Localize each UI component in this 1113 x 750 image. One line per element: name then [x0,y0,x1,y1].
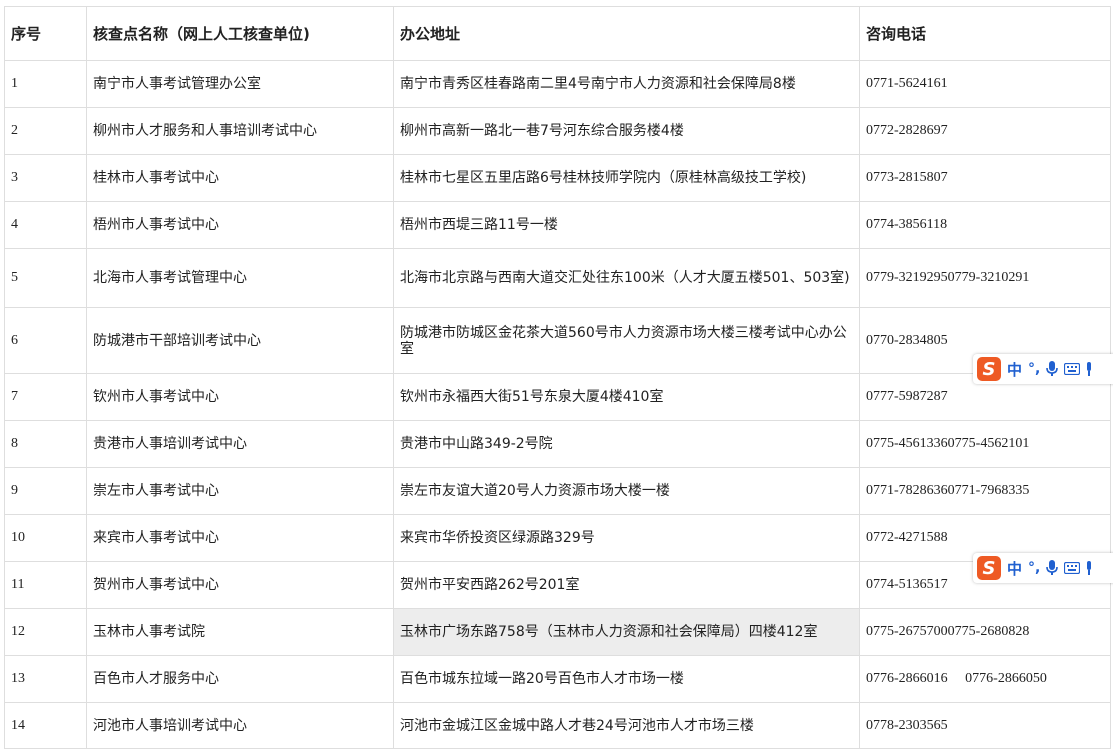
keyboard-icon[interactable] [1064,562,1081,574]
header-no: 序号 [4,6,87,61]
header-address: 办公地址 [393,6,860,61]
row-phone: 0772-2828697 [859,107,1111,155]
row-no: 5 [4,248,87,308]
table-row: 5 北海市人事考试管理中心 北海市北京路与西南大道交汇处往东100米（人才大厦五… [4,248,1111,308]
row-address: 来宾市华侨投资区绿源路329号 [393,514,860,562]
row-address: 防城港市防城区金花茶大道560号市人力资源市场大楼三楼考试中心办公室 [393,307,860,374]
row-name: 百色市人才服务中心 [86,655,394,703]
table-row: 4 梧州市人事考试中心 梧州市西堤三路11号一楼 0774-3856118 [4,201,1111,249]
ime-punct-toggle[interactable]: °, [1028,361,1040,377]
row-address-highlighted: 玉林市广场东路758号（玉林市人力资源和社会保障局）四楼412室 [393,608,860,656]
table-row: 13 百色市人才服务中心 百色市城东拉域一路20号百色市人才市场一楼 0776-… [4,655,1111,703]
row-name: 防城港市干部培训考试中心 [86,307,394,374]
table-row: 11 贺州市人事考试中心 贺州市平安西路262号201室 0774-513651… [4,561,1111,609]
row-name: 崇左市人事考试中心 [86,467,394,515]
table-row: 12 玉林市人事考试院 玉林市广场东路758号（玉林市人力资源和社会保障局）四楼… [4,608,1111,656]
header-phone: 咨询电话 [859,6,1111,61]
row-phone: 0776-2866016 0776-2866050 [859,655,1111,703]
row-no: 12 [4,608,87,656]
row-name: 贵港市人事培训考试中心 [86,420,394,468]
row-address: 钦州市永福西大街51号东泉大厦4楼410室 [393,373,860,421]
table-row: 14 河池市人事培训考试中心 河池市金城江区金城中路人才巷24号河池市人才市场三… [4,702,1111,749]
row-no: 11 [4,561,87,609]
mic-icon[interactable] [1046,361,1059,377]
table-header-row: 序号 核查点名称（网上人工核查单位) 办公地址 咨询电话 [4,6,1111,61]
row-name: 河池市人事培训考试中心 [86,702,394,749]
row-address: 桂林市七星区五里店路6号桂林技师学院内（原桂林高级技工学校) [393,154,860,202]
table-row: 7 钦州市人事考试中心 钦州市永福西大街51号东泉大厦4楼410室 0777-5… [4,373,1111,421]
row-no: 6 [4,307,87,374]
row-phone: 0774-3856118 [859,201,1111,249]
row-phone: 0773-2815807 [859,154,1111,202]
row-phone: 0778-2303565 [859,702,1111,749]
sogou-logo-icon[interactable]: S [977,556,1001,580]
row-no: 1 [4,60,87,108]
mic-icon[interactable] [1046,560,1059,576]
more-icon[interactable] [1086,362,1092,376]
row-address: 贵港市中山路349-2号院 [393,420,860,468]
row-address: 百色市城东拉域一路20号百色市人才市场一楼 [393,655,860,703]
table-row: 2 柳州市人才服务和人事培训考试中心 柳州市高新一路北一巷7号河东综合服务楼4楼… [4,107,1111,155]
table-row: 1 南宁市人事考试管理办公室 南宁市青秀区桂春路南二里4号南宁市人力资源和社会保… [4,60,1111,108]
row-address: 南宁市青秀区桂春路南二里4号南宁市人力资源和社会保障局8楼 [393,60,860,108]
header-name: 核查点名称（网上人工核查单位) [86,6,394,61]
table-row: 3 桂林市人事考试中心 桂林市七星区五里店路6号桂林技师学院内（原桂林高级技工学… [4,154,1111,202]
row-no: 13 [4,655,87,703]
row-address: 贺州市平安西路262号201室 [393,561,860,609]
keyboard-icon[interactable] [1064,363,1081,375]
row-name: 南宁市人事考试管理办公室 [86,60,394,108]
row-name: 梧州市人事考试中心 [86,201,394,249]
row-no: 8 [4,420,87,468]
table-row: 8 贵港市人事培训考试中心 贵港市中山路349-2号院 0775-4561336… [4,420,1111,468]
row-phone: 0775-45613360775-4562101 [859,420,1111,468]
row-name: 柳州市人才服务和人事培训考试中心 [86,107,394,155]
row-address: 河池市金城江区金城中路人才巷24号河池市人才市场三楼 [393,702,860,749]
row-name: 来宾市人事考试中心 [86,514,394,562]
ime-mode-toggle[interactable]: 中 [1007,359,1022,380]
table-row: 6 防城港市干部培训考试中心 防城港市防城区金花茶大道560号市人力资源市场大楼… [4,307,1111,374]
row-phone: 0775-26757000775-2680828 [859,608,1111,656]
row-name: 钦州市人事考试中心 [86,373,394,421]
row-no: 3 [4,154,87,202]
row-phone: 0771-78286360771-7968335 [859,467,1111,515]
ime-mode-toggle[interactable]: 中 [1007,558,1022,579]
row-name: 玉林市人事考试院 [86,608,394,656]
row-no: 9 [4,467,87,515]
row-address: 崇左市友谊大道20号人力资源市场大楼一楼 [393,467,860,515]
row-address: 柳州市高新一路北一巷7号河东综合服务楼4楼 [393,107,860,155]
row-address: 北海市北京路与西南大道交汇处往东100米（人才大厦五楼501、503室) [393,248,860,308]
row-address: 梧州市西堤三路11号一楼 [393,201,860,249]
exam-center-table: 序号 核查点名称（网上人工核查单位) 办公地址 咨询电话 1 南宁市人事考试管理… [4,6,1111,749]
row-no: 7 [4,373,87,421]
row-name: 贺州市人事考试中心 [86,561,394,609]
table-row: 9 崇左市人事考试中心 崇左市友谊大道20号人力资源市场大楼一楼 0771-78… [4,467,1111,515]
ime-toolbar[interactable]: S 中 °, [973,553,1113,583]
row-no: 10 [4,514,87,562]
row-no: 2 [4,107,87,155]
row-phone: 0779-32192950779-3210291 [859,248,1111,308]
row-name: 北海市人事考试管理中心 [86,248,394,308]
row-phone: 0771-5624161 [859,60,1111,108]
table-row: 10 来宾市人事考试中心 来宾市华侨投资区绿源路329号 0772-427158… [4,514,1111,562]
sogou-logo-icon[interactable]: S [977,357,1001,381]
row-no: 4 [4,201,87,249]
more-icon[interactable] [1086,561,1092,575]
ime-punct-toggle[interactable]: °, [1028,560,1040,576]
row-name: 桂林市人事考试中心 [86,154,394,202]
ime-toolbar[interactable]: S 中 °, [973,354,1113,384]
row-no: 14 [4,702,87,749]
